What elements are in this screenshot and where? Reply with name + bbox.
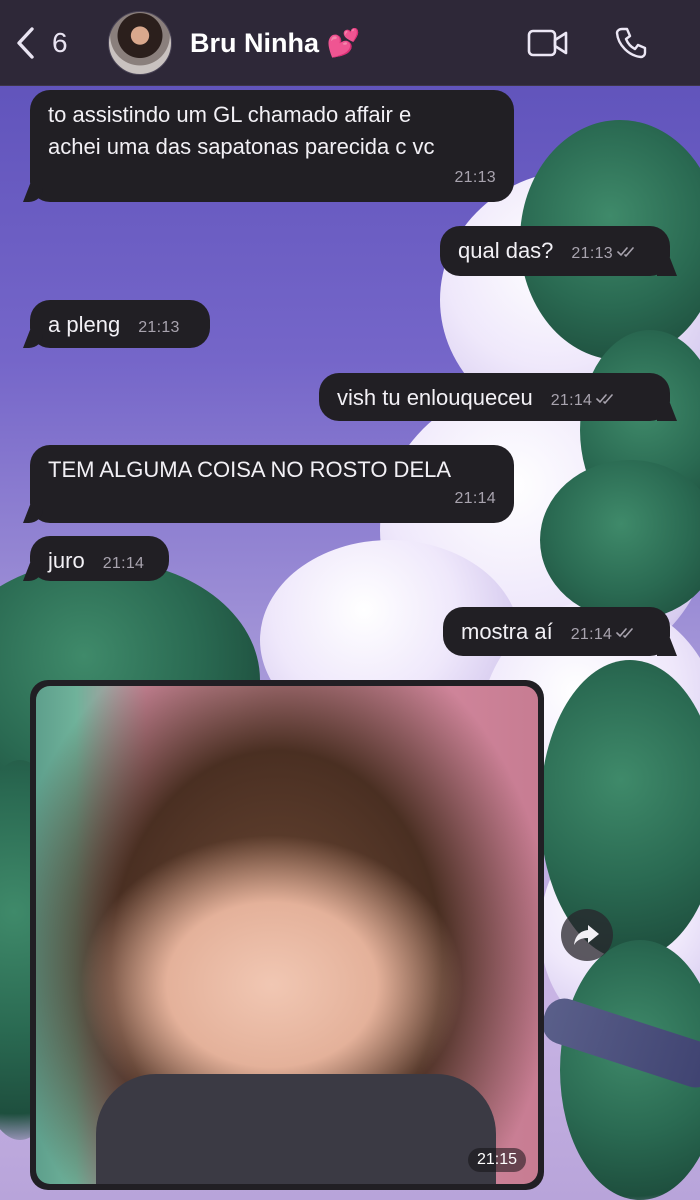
forward-arrow-icon	[574, 925, 599, 945]
message-text: a pleng	[48, 312, 121, 337]
message-time: 21:14	[454, 490, 496, 507]
phone-icon	[615, 27, 647, 59]
message-time: 21:14	[102, 555, 145, 572]
voice-call-button[interactable]	[610, 22, 652, 64]
message-text: mostra aí	[461, 619, 553, 644]
video-call-button[interactable]	[527, 22, 569, 64]
message-text: achei uma das sapatonas parecida c vc	[48, 134, 435, 159]
message-time: 21:14	[570, 626, 613, 643]
message-incoming[interactable]: to assistindo um GL chamado affair e ach…	[30, 90, 514, 202]
message-outgoing[interactable]: qual das? 21:13	[440, 226, 670, 276]
chat-header: 6 Bru Ninha 💕	[0, 0, 700, 86]
read-checkmarks-icon	[617, 247, 634, 258]
message-incoming[interactable]: juro 21:14	[30, 536, 169, 581]
read-checkmarks-icon	[616, 628, 634, 639]
message-text: juro	[48, 548, 85, 573]
message-time: 21:13	[571, 245, 613, 262]
message-outgoing[interactable]: mostra aí 21:14	[443, 607, 670, 656]
read-checkmarks-icon	[596, 394, 614, 405]
video-camera-icon	[527, 29, 568, 57]
message-text: TEM ALGUMA COISA NO ROSTO DELA	[48, 457, 452, 482]
photo-message[interactable]: 21:15	[30, 680, 544, 1190]
unread-count: 6	[52, 26, 68, 58]
photo-shirt-shape	[96, 1074, 496, 1184]
contact-avatar[interactable]	[108, 10, 172, 75]
chevron-left-icon	[17, 26, 34, 59]
photo-time: 21:15	[467, 1148, 526, 1172]
message-incoming[interactable]: TEM ALGUMA COISA NO ROSTO DELA 21:14	[30, 445, 514, 523]
message-time: 21:13	[454, 169, 496, 186]
message-text: to assistindo um GL chamado affair e	[48, 102, 412, 127]
message-incoming[interactable]: a pleng 21:13	[30, 300, 210, 348]
forward-button[interactable]	[561, 909, 613, 961]
message-time: 21:13	[138, 319, 180, 336]
message-text: vish tu enlouqueceu	[337, 385, 533, 410]
shared-photo[interactable]: 21:15	[36, 686, 538, 1184]
back-button[interactable]: 6	[14, 26, 94, 60]
message-outgoing[interactable]: vish tu enlouqueceu 21:14	[319, 373, 670, 421]
message-text: qual das?	[458, 238, 554, 263]
message-time: 21:14	[550, 392, 593, 409]
